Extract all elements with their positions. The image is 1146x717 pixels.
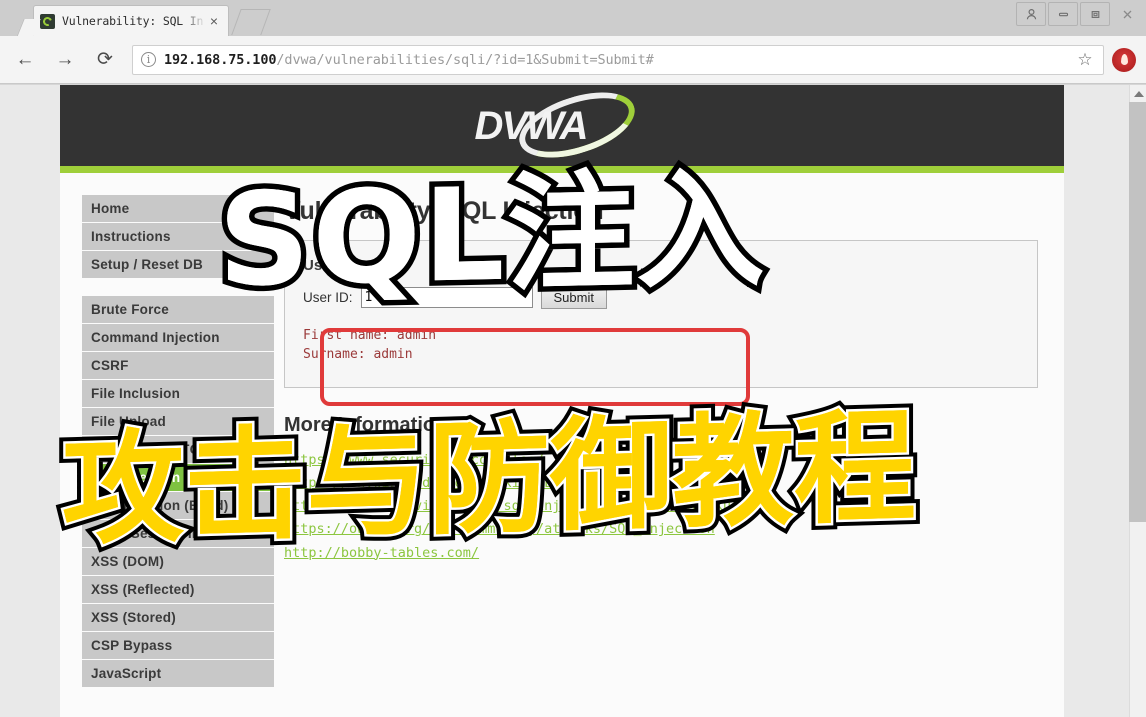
site-info-icon[interactable]: i	[141, 52, 156, 67]
url-path: /dvwa/vulnerabilities/sqli/?id=1&Submit=…	[276, 51, 654, 68]
browser-tab[interactable]: Vulnerability: SQL In ×	[33, 5, 229, 36]
tab-title: Vulnerability: SQL In	[62, 14, 204, 28]
query-result: First name: admin Surname: admin	[303, 327, 1019, 365]
scroll-up-icon[interactable]	[1130, 85, 1146, 102]
submit-button[interactable]: Submit	[540, 286, 607, 309]
more-information-title: More Information	[284, 413, 448, 436]
info-link-3[interactable]: http://ferruh.mavituna.com/sql-injection…	[284, 495, 1038, 518]
sidebar-item-brute-force[interactable]: Brute Force	[82, 296, 274, 324]
panel-title: User ID:	[303, 257, 361, 274]
user-id-form: User ID: Submit	[303, 286, 1019, 309]
tab-strip: Vulnerability: SQL In ×	[0, 0, 1000, 36]
close-icon[interactable]: ×	[206, 13, 222, 29]
sidebar-item-xss-reflected[interactable]: XSS (Reflected)	[82, 576, 274, 604]
sidebar-group-main: Home Instructions Setup / Reset DB	[82, 195, 274, 279]
scrollbar-thumb[interactable]	[1129, 102, 1146, 522]
sidebar-item-weak-session-ids[interactable]: Weak Session IDs	[82, 520, 274, 548]
screenshot-root: Vulnerability: SQL In × ← → ⟳ i 192.168.…	[0, 0, 1146, 717]
info-link-1[interactable]: https://www.securifera.com/blog/	[284, 449, 1038, 472]
dvwa-body: Home Instructions Setup / Reset DB Brute…	[60, 173, 1064, 705]
url-host: 192.168.75.100	[164, 51, 277, 68]
browser-titlebar: Vulnerability: SQL In ×	[0, 0, 1146, 36]
maximize-icon[interactable]	[1080, 2, 1110, 26]
dvwa-page: DVWA Home Instructions Setup / Reset DB …	[60, 85, 1064, 717]
profile-icon[interactable]	[1016, 2, 1046, 26]
forward-button[interactable]: →	[48, 43, 82, 77]
sidebar-item-insecure-captcha[interactable]: Insecure CAPTCHA	[82, 436, 274, 464]
sidebar-item-csp-bypass[interactable]: CSP Bypass	[82, 632, 274, 660]
sidebar-item-sql-injection-blind[interactable]: SQL Injection (Blind)	[82, 492, 274, 520]
browser-navbar: ← → ⟳ i 192.168.75.100/dvwa/vulnerabilit…	[0, 36, 1146, 84]
sqli-panel: User ID: User ID: Submit First name: adm…	[284, 240, 1038, 388]
sidebar-item-xss-dom[interactable]: XSS (DOM)	[82, 548, 274, 576]
sidebar-item-javascript[interactable]: JavaScript	[82, 660, 274, 688]
page-scrollbar[interactable]	[1129, 85, 1146, 717]
more-information-links: https://www.securifera.com/blog/ https:/…	[284, 449, 1038, 565]
result-surname: Surname: admin	[303, 346, 413, 362]
sidebar-item-home[interactable]: Home	[82, 195, 274, 223]
extension-icon[interactable]	[1112, 47, 1136, 72]
dvwa-favicon	[40, 13, 55, 29]
url-text: 192.168.75.100/dvwa/vulnerabilities/sqli…	[164, 52, 654, 68]
address-bar[interactable]: i 192.168.75.100/dvwa/vulnerabilities/sq…	[132, 44, 1104, 75]
info-link-4[interactable]: https://owasp.org/www-community/attacks/…	[284, 518, 1038, 541]
sidebar-item-instructions[interactable]: Instructions	[82, 223, 274, 251]
reload-button[interactable]: ⟳	[88, 43, 122, 77]
info-link-5[interactable]: http://bobby-tables.com/	[284, 542, 1038, 565]
window-controls	[1016, 2, 1142, 26]
dvwa-logo: DVWA	[474, 85, 650, 170]
result-first-name: First name: admin	[303, 328, 437, 343]
dvwa-content: Vulnerability: SQL Injection User ID: Us…	[274, 173, 1064, 565]
dvwa-logo-text: DVWA	[474, 103, 589, 148]
user-id-input[interactable]	[360, 287, 533, 308]
dvwa-sidebar: Home Instructions Setup / Reset DB Brute…	[60, 173, 274, 705]
sidebar-group-vulnerabilities: Brute Force Command Injection CSRF File …	[82, 296, 274, 688]
window-close-icon[interactable]	[1112, 2, 1142, 26]
user-id-label: User ID:	[303, 290, 353, 305]
page-title: Vulnerability: SQL Injection	[284, 197, 604, 225]
dvwa-header: DVWA	[60, 85, 1064, 173]
new-tab-button[interactable]	[231, 9, 271, 35]
back-button[interactable]: ←	[8, 43, 42, 77]
sidebar-item-command-injection[interactable]: Command Injection	[82, 324, 274, 352]
minimize-icon[interactable]	[1048, 2, 1078, 26]
bookmark-star-icon[interactable]: ☆	[1075, 51, 1095, 68]
sidebar-item-file-inclusion[interactable]: File Inclusion	[82, 380, 274, 408]
page-viewport: DVWA Home Instructions Setup / Reset DB …	[0, 85, 1146, 717]
info-link-2[interactable]: https://en.wikipedia.org/wiki/SQL_inject…	[284, 472, 1038, 495]
sidebar-item-csrf[interactable]: CSRF	[82, 352, 274, 380]
sidebar-item-xss-stored[interactable]: XSS (Stored)	[82, 604, 274, 632]
sidebar-item-file-upload[interactable]: File Upload	[82, 408, 274, 436]
sidebar-item-sql-injection[interactable]: SQL Injection	[82, 464, 274, 492]
sidebar-item-setup-reset-db[interactable]: Setup / Reset DB	[82, 251, 274, 279]
